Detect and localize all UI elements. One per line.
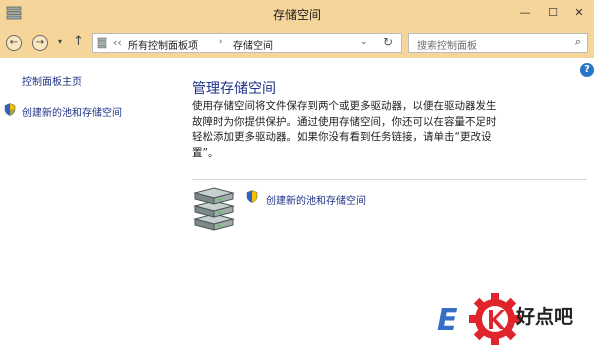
watermark-text: 好点吧 (516, 306, 574, 328)
page-description: 使用存储空间将文件保存到两个或更多驱动器，以便在驱动器发生故障时为你提供保护。通… (192, 100, 497, 159)
breadcrumb-arrow-icon[interactable]: › (219, 37, 223, 47)
breadcrumb-all-items[interactable]: 所有控制面板项 (128, 37, 198, 52)
maximize-button[interactable]: ☐ (540, 3, 566, 23)
recent-locations-icon[interactable]: ▾ (58, 37, 62, 46)
svg-text:E: E (437, 303, 458, 338)
control-panel-home-link[interactable]: 控制面板主页 (22, 73, 82, 88)
forward-button[interactable]: → (32, 35, 48, 51)
up-button[interactable]: ↑ (73, 34, 84, 49)
uac-shield-icon (246, 190, 258, 203)
breadcrumb-storage-spaces[interactable]: 存储空间 (233, 37, 273, 52)
window-title: 存储空间 (272, 8, 321, 22)
help-icon[interactable]: ? (580, 63, 594, 77)
control-panel-icon (97, 37, 107, 49)
breadcrumb-overflow-icon[interactable]: ‹‹ (113, 36, 122, 49)
minimize-button[interactable]: — (512, 3, 538, 23)
search-icon[interactable]: ⌕ (575, 35, 581, 49)
title-bar: 存储空间 — ☐ ✕ (0, 0, 594, 28)
navigation-bar: ← → ▾ ↑ ‹‹ 所有控制面板项 › 存储空间 ⌄ ↻ 搜索控制面板 ⌕ (0, 28, 594, 58)
sidebar-create-pool-link[interactable]: 创建新的池和存储空间 (22, 104, 122, 119)
page-heading: 管理存储空间 (192, 81, 276, 97)
content-divider (192, 179, 587, 180)
refresh-icon[interactable]: ↻ (383, 35, 393, 49)
address-bar[interactable]: ‹‹ 所有控制面板项 › 存储空间 ⌄ ↻ (92, 33, 402, 53)
close-button[interactable]: ✕ (566, 3, 592, 23)
back-button[interactable]: ← (6, 35, 22, 51)
search-placeholder: 搜索控制面板 (417, 41, 477, 52)
search-input[interactable]: 搜索控制面板 ⌕ (408, 33, 588, 53)
create-pool-link[interactable]: 创建新的池和存储空间 (266, 192, 366, 207)
uac-shield-icon (4, 103, 16, 116)
address-dropdown-icon[interactable]: ⌄ (360, 37, 368, 47)
storage-drives-icon (193, 187, 235, 231)
